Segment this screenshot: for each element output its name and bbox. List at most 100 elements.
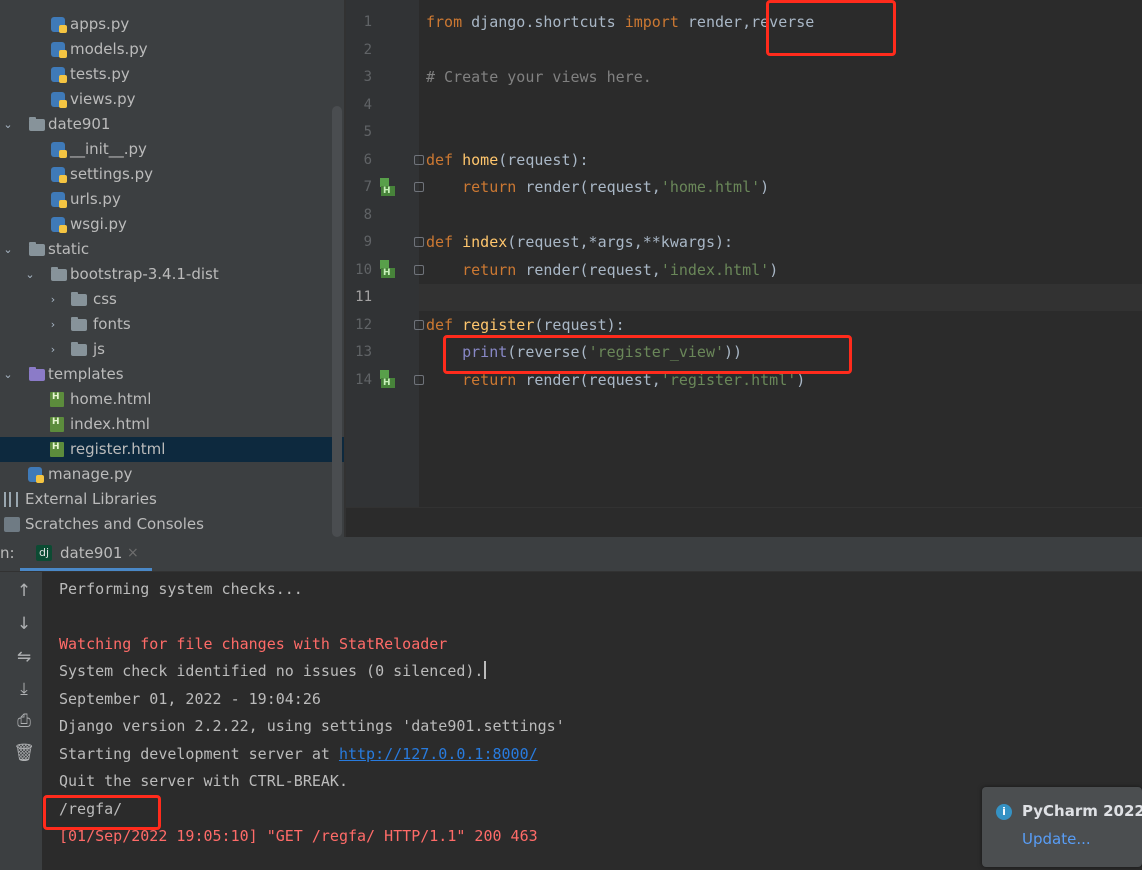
tree-item-label: apps.py <box>70 15 130 33</box>
tree-item-index-html[interactable]: index.html <box>0 410 344 437</box>
tree-item-fonts[interactable]: › fonts <box>0 312 344 337</box>
trash-icon[interactable]: 🗑 <box>13 742 35 764</box>
fold-marker-icon[interactable] <box>414 155 424 165</box>
tree-item-css[interactable]: › css <box>0 287 344 312</box>
down-arrow-icon[interactable]: ↓ <box>13 613 35 635</box>
server-url-link[interactable]: http://127.0.0.1:8000/ <box>339 745 538 763</box>
tree-item-static[interactable]: ⌄ static <box>0 237 344 262</box>
line-number: 9 <box>363 234 372 250</box>
line-number: 4 <box>363 97 372 113</box>
line-number: 7 <box>363 179 372 195</box>
run-tab-date901[interactable]: dj date901 × <box>20 537 152 571</box>
folder-icon <box>71 292 87 306</box>
tree-item-home-html[interactable]: home.html <box>0 385 344 412</box>
template-folder-icon <box>29 367 45 381</box>
template-link-icon[interactable]: H <box>380 260 398 278</box>
run-toolbar: ↑ ↓ ⇋ ⤓ ⎙ 🗑 <box>0 572 42 870</box>
tree-item-templates[interactable]: ⌄ templates <box>0 362 344 387</box>
fold-marker-icon[interactable] <box>414 182 424 192</box>
scroll-to-end-icon[interactable]: ⤓ <box>13 678 35 700</box>
fold-marker-icon[interactable] <box>414 237 424 247</box>
chevron-down-icon[interactable]: ⌄ <box>24 262 36 287</box>
tree-item-views-py[interactable]: views.py <box>0 87 344 112</box>
python-file-icon <box>51 192 67 208</box>
tree-item-label: models.py <box>70 40 148 58</box>
console-output[interactable]: Performing system checks... Watching for… <box>44 572 1142 870</box>
console-line-error: Watching for file changes with StatReloa… <box>59 635 448 653</box>
tree-item-label: home.html <box>70 390 152 408</box>
tree-item-js[interactable]: › js <box>0 337 344 362</box>
html-file-icon <box>50 410 64 435</box>
tree-item-date901[interactable]: ⌄ date901 <box>0 112 344 137</box>
fold-marker-icon[interactable] <box>414 375 424 385</box>
tree-item-tests-py[interactable]: tests.py <box>0 62 344 87</box>
chevron-right-icon[interactable]: › <box>47 287 59 312</box>
tree-item-label: register.html <box>70 440 166 458</box>
line-number: 12 <box>355 317 372 333</box>
current-line-highlight <box>419 284 1142 311</box>
template-link-icon[interactable]: H <box>380 370 398 388</box>
html-file-icon <box>50 385 64 410</box>
tree-item-manage-py[interactable]: manage.py <box>0 462 344 487</box>
run-tab-label: date901 <box>60 544 123 562</box>
tree-item-register-html[interactable]: register.html <box>0 435 344 462</box>
update-link[interactable]: Update... <box>1022 830 1091 848</box>
line-number: 6 <box>363 152 372 168</box>
line-number: 5 <box>363 124 372 140</box>
chevron-down-icon[interactable]: ⌄ <box>2 237 14 262</box>
tree-item-label: urls.py <box>70 190 121 208</box>
tree-item-settings-py[interactable]: settings.py <box>0 162 344 187</box>
tree-item-wsgi-py[interactable]: wsgi.py <box>0 212 344 237</box>
line-number: 11 <box>355 289 372 305</box>
chevron-right-icon[interactable]: › <box>47 337 59 362</box>
info-icon: i <box>996 804 1012 820</box>
tree-item-bootstrap[interactable]: ⌄ bootstrap-3.4.1-dist <box>0 262 344 287</box>
template-link-icon[interactable]: H <box>380 178 398 196</box>
console-line: Quit the server with CTRL-BREAK. <box>59 772 348 790</box>
up-arrow-icon[interactable]: ↑ <box>13 580 35 602</box>
folder-icon <box>71 342 87 356</box>
line-number: 13 <box>355 344 372 360</box>
chevron-right-icon[interactable]: › <box>47 312 59 337</box>
python-file-icon <box>51 217 67 233</box>
fold-marker-icon[interactable] <box>414 320 424 330</box>
tree-scrollbar[interactable] <box>332 106 342 537</box>
tree-item-label: css <box>93 290 117 308</box>
tree-item-models-py[interactable]: models.py <box>0 37 344 62</box>
tree-item-label: templates <box>48 365 124 383</box>
tree-item-label: js <box>93 340 105 358</box>
tree-item-init-py[interactable]: __init__.py <box>0 137 344 162</box>
python-file-icon <box>51 142 67 158</box>
line-number: 8 <box>363 207 372 223</box>
chevron-down-icon[interactable]: ⌄ <box>2 112 14 137</box>
close-icon[interactable]: × <box>127 545 139 561</box>
line-number: 3 <box>363 69 372 85</box>
chevron-down-icon[interactable]: ⌄ <box>2 362 14 387</box>
code-editor[interactable]: 1 2 3 4 5 6 7 8 9 10 11 12 13 14 H H H f… <box>346 0 1142 538</box>
soft-wrap-icon[interactable]: ⇋ <box>13 646 35 668</box>
line-number: 14 <box>355 372 372 388</box>
highlight-box <box>766 0 896 56</box>
tree-item-label: fonts <box>93 315 131 333</box>
tree-item-urls-py[interactable]: urls.py <box>0 187 344 212</box>
fold-marker-icon[interactable] <box>414 265 424 275</box>
scratches-icon <box>4 517 20 532</box>
update-notification[interactable]: i PyCharm 2022.2 Update... <box>982 787 1142 867</box>
python-file-icon <box>51 42 67 58</box>
tree-item-label: External Libraries <box>25 490 157 508</box>
console-line: Performing system checks... <box>59 580 303 598</box>
line-number: 2 <box>363 42 372 58</box>
text-caret <box>484 661 487 679</box>
editor-bottom-area <box>346 507 1142 538</box>
console-line: System check identified no issues (0 sil… <box>59 658 487 685</box>
code-line-7: return render(request,'home.html') <box>462 178 770 196</box>
tree-item-scratches[interactable]: Scratches and Consoles <box>0 512 344 537</box>
tree-item-label: settings.py <box>70 165 153 183</box>
line-number: 1 <box>363 14 372 30</box>
project-tree: apps.py models.py tests.py views.py ⌄ da… <box>0 0 344 537</box>
print-icon[interactable]: ⎙ <box>13 710 35 732</box>
tree-item-external-libraries[interactable]: External Libraries <box>0 487 344 512</box>
tree-item-apps-py[interactable]: apps.py <box>0 12 344 37</box>
folder-icon <box>71 317 87 331</box>
tree-item-label: static <box>48 240 90 258</box>
